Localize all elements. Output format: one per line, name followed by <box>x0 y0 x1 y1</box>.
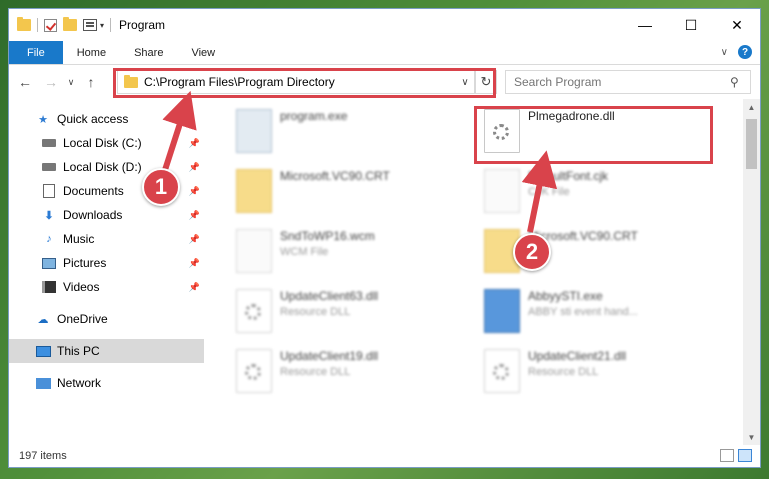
callout-arrows <box>162 90 558 233</box>
callout-one: 1 <box>142 168 180 206</box>
arrow-two <box>521 150 558 233</box>
callout-two: 2 <box>513 233 551 271</box>
arrow-one <box>162 90 197 171</box>
